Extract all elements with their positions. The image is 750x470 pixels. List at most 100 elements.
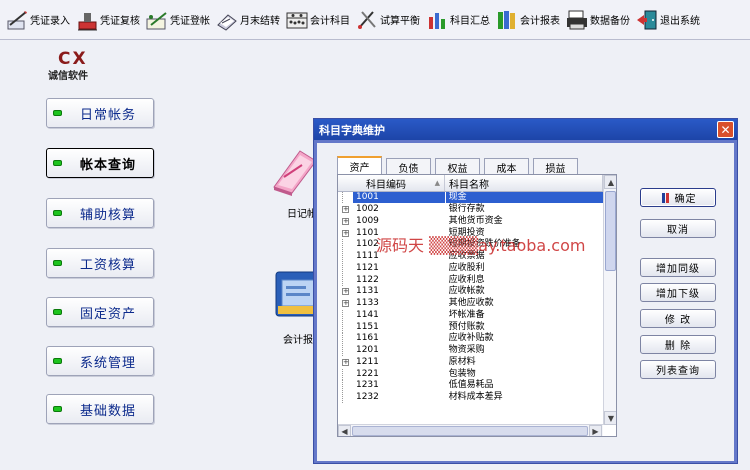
table-row[interactable]: 1232 材料成本差异 [338, 392, 603, 404]
toolbar-button-label: 试算平衡 [380, 16, 420, 27]
cell-name: 应收股利 [448, 262, 485, 273]
account-dictionary-dialog: 科目字典维护 ✕ 资产 负债 权益 成本 损益 科目编码 ▲ 科目名称 1001 现金 +10… [313, 118, 738, 464]
nav-button-5[interactable]: 固定资产 [46, 297, 154, 327]
table-row[interactable]: 1111 应收票据 [338, 251, 603, 263]
horizontal-scroll-thumb[interactable] [352, 426, 588, 436]
table-row[interactable]: 1001 现金 [338, 192, 603, 204]
cell-code: 1009 [356, 215, 379, 226]
expand-icon[interactable]: + [342, 229, 349, 237]
nav-button-2[interactable]: 帐本查询 [46, 148, 154, 178]
status-led-icon [53, 260, 62, 266]
expand-icon[interactable]: + [342, 206, 349, 214]
journal-icon[interactable] [272, 147, 318, 197]
table-row[interactable]: 1161 应收补贴款 [338, 333, 603, 345]
toolbar-button-label: 月末结转 [240, 16, 280, 27]
add-sibling-label: 增加同级 [656, 264, 700, 275]
tree-line [342, 321, 349, 333]
vertical-scrollbar[interactable]: ▲ ▼ [603, 175, 616, 425]
close-button[interactable]: ✕ [717, 121, 734, 138]
cell-code: 1101 [356, 227, 379, 238]
pen-voucher-icon [6, 9, 28, 31]
expand-icon[interactable]: + [342, 300, 349, 308]
table-row[interactable]: +1133 其他应收款 [338, 298, 603, 310]
table-row[interactable]: +1211 原材料 [338, 357, 603, 369]
toolbar-button-10[interactable]: 退出系统 [633, 3, 703, 37]
table-row[interactable]: +1101 短期投资 [338, 227, 603, 239]
column-header-code[interactable]: 科目编码 ▲ [338, 175, 445, 191]
horizontal-scrollbar[interactable]: ◀ ▶ [338, 424, 603, 436]
toolbar-button-9[interactable]: 数据备份 [563, 3, 633, 37]
cell-name: 短期投资 [448, 227, 485, 238]
expand-icon[interactable]: + [342, 288, 349, 296]
add-child-button[interactable]: 增加下级 [640, 283, 716, 302]
tree-line [342, 262, 349, 274]
delete-button[interactable]: 删 除 [640, 335, 716, 354]
toolbar-button-3[interactable]: 凭证登帐 [143, 3, 213, 37]
nav-button-1[interactable]: 日常帐务 [46, 98, 154, 128]
table-row[interactable]: +1131 应收帐款 [338, 286, 603, 298]
cancel-button[interactable]: 取消 [640, 219, 716, 238]
scroll-down-icon[interactable]: ▼ [604, 411, 616, 425]
list-query-label: 列表查询 [656, 366, 700, 377]
column-header-name[interactable]: 科目名称 [445, 175, 603, 191]
table-row[interactable]: 1121 应收股利 [338, 262, 603, 275]
cell-code: 1111 [355, 251, 379, 262]
edit-button[interactable]: 修 改 [640, 309, 716, 328]
nav-button-label: 日常帐务 [80, 107, 137, 123]
table-row[interactable]: 1102 短期投资跌价准备 [338, 239, 603, 251]
toolbar-button-1[interactable]: 凭证录入 [3, 3, 73, 37]
toolbar-button-5[interactable]: 会计科目 [283, 3, 353, 37]
tab-2[interactable]: 负债 [386, 158, 431, 175]
tab-4[interactable]: 成本 [484, 158, 529, 175]
toolbar-button-6[interactable]: 试算平衡 [353, 3, 423, 37]
table-row[interactable]: 1122 应收利息 [338, 274, 603, 286]
toolbar-button-label: 会计科目 [310, 16, 350, 27]
nav-button-4[interactable]: 工资核算 [46, 248, 154, 278]
table-row[interactable]: 1141 坏帐准备 [338, 309, 603, 322]
bar-summary-icon [426, 9, 448, 31]
scroll-left-icon[interactable]: ◀ [338, 425, 351, 436]
table-row[interactable]: 1151 预付账款 [338, 321, 603, 333]
expand-icon[interactable]: + [342, 217, 349, 225]
report-icon-label: 会计报 [283, 335, 313, 346]
tree-line [342, 192, 349, 204]
cell-code: 1131 [356, 286, 379, 297]
dialog-titlebar[interactable]: 科目字典维护 ✕ [314, 119, 737, 140]
list-query-button[interactable]: 列表查询 [640, 360, 716, 379]
tab-5[interactable]: 损益 [533, 158, 578, 175]
cell-name: 原材料 [448, 356, 476, 367]
toolbar-button-4[interactable]: 月末结转 [213, 3, 283, 37]
nav-button-label: 系统管理 [80, 355, 137, 371]
table-row[interactable]: 1231 低值易耗品 [338, 380, 603, 392]
account-grid[interactable]: 科目编码 ▲ 科目名称 1001 现金 +1002 银行存款 +1009 其他货币资金 +11… [337, 174, 617, 437]
toolbar-button-2[interactable]: 凭证复核 [73, 3, 143, 37]
toolbar-button-label: 数据备份 [590, 16, 630, 27]
scroll-up-icon[interactable]: ▲ [604, 175, 616, 189]
nav-button-6[interactable]: 系统管理 [46, 346, 154, 376]
toolbar-button-label: 凭证录入 [30, 16, 70, 27]
cell-name: 材料成本差异 [448, 392, 503, 403]
nav-button-3[interactable]: 辅助核算 [46, 198, 154, 228]
tab-1[interactable]: 资产 [337, 156, 382, 175]
table-row[interactable]: +1009 其他货币资金 [338, 216, 603, 228]
tab-3[interactable]: 权益 [435, 158, 480, 175]
toolbar-button-7[interactable]: 科目汇总 [423, 3, 493, 37]
scroll-right-icon[interactable]: ▶ [589, 425, 602, 436]
report-folder-icon[interactable] [274, 268, 319, 318]
table-row[interactable]: +1002 银行存款 [338, 204, 603, 216]
table-row[interactable]: 1221 包装物 [338, 368, 603, 380]
cell-code: 1141 [355, 309, 379, 320]
cell-name: 坏帐准备 [448, 309, 485, 320]
nav-button-7[interactable]: 基础数据 [46, 394, 154, 424]
grid-header: 科目编码 ▲ 科目名称 [338, 175, 603, 192]
table-row[interactable]: 1201 物资采购 [338, 345, 603, 357]
scale-tools-icon [356, 9, 378, 31]
status-led-icon [53, 358, 62, 364]
ok-button[interactable]: 确定 [640, 188, 716, 207]
cell-name: 其他货币资金 [448, 215, 503, 226]
toolbar-button-8[interactable]: 会计报表 [493, 3, 563, 37]
cell-code: 1121 [355, 262, 379, 273]
vertical-scroll-thumb[interactable] [605, 191, 616, 271]
add-sibling-button[interactable]: 增加同级 [640, 258, 716, 277]
expand-icon[interactable]: + [342, 358, 349, 366]
